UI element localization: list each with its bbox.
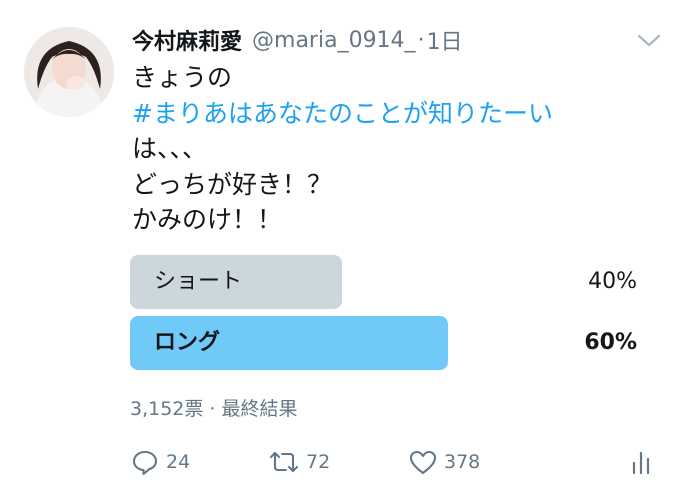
like-icon	[408, 447, 438, 477]
analytics-icon	[630, 447, 652, 477]
tweet-text-line: は、、、	[132, 134, 208, 164]
chevron-down-icon[interactable]	[634, 28, 664, 52]
tweet-text-line: きょうの	[132, 63, 233, 92]
like-button[interactable]: 378	[408, 440, 480, 484]
reply-button[interactable]: 24	[130, 440, 190, 484]
hashtag-link[interactable]: #まりあはあなたのことが知りたーい	[132, 96, 652, 132]
like-count: 378	[444, 451, 481, 473]
avatar[interactable]	[24, 27, 114, 117]
poll-option-label: ロング	[154, 330, 221, 355]
poll-option-label: ショート	[154, 269, 243, 294]
tweet-actions: 24 72 378	[0, 440, 680, 484]
tweet-text-line: どっちが好き！？	[132, 169, 333, 199]
poll-option-percent: 60%	[584, 330, 637, 355]
reply-icon	[130, 447, 160, 477]
reply-count: 24	[166, 451, 191, 473]
tweet-timestamp[interactable]: 1日	[427, 24, 463, 56]
tweet-text: きょうの #まりあはあなたのことが知りたーい は、、、 どっちが好き！？ かみの…	[132, 60, 652, 238]
display-name[interactable]: 今村麻莉愛	[132, 24, 242, 56]
analytics-button[interactable]	[630, 440, 652, 484]
tweet-text-line: かみのけ！！	[132, 205, 283, 235]
user-handle[interactable]: @maria_0914_	[252, 28, 416, 53]
retweet-count: 72	[306, 451, 331, 473]
poll-option: ショート 40%	[130, 255, 650, 309]
poll-meta: 3,152票 · 最終結果	[130, 398, 298, 420]
retweet-button[interactable]: 72	[268, 440, 330, 484]
header-separator: ·	[417, 27, 425, 53]
retweet-icon	[268, 447, 300, 477]
poll-option-percent: 40%	[588, 269, 637, 294]
poll-option-winner: ロング 60%	[130, 316, 650, 370]
